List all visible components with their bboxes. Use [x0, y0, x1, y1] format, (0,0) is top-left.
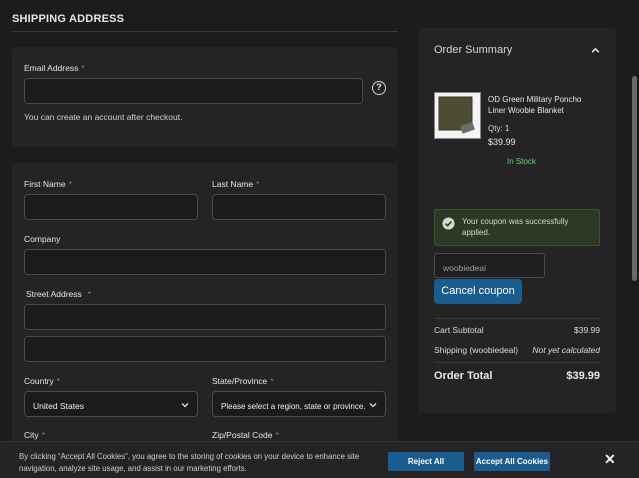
shipping-label: Shipping (woobiedeal)	[434, 345, 519, 355]
blanket-image	[438, 96, 475, 134]
street-label: Street Address *	[26, 289, 92, 299]
chevron-up-icon[interactable]	[591, 46, 600, 55]
order-total-label: Order Total	[434, 370, 493, 382]
zip-label: Zip/Postal Code *	[212, 430, 279, 440]
accept-all-cookies-button[interactable]: Accept All Cookies	[474, 452, 550, 471]
street-line-2-field[interactable]	[24, 336, 386, 362]
reject-all-button[interactable]: Reject All	[388, 452, 464, 471]
email-panel: Email Address * ? You can create an accou…	[12, 47, 398, 147]
country-select[interactable]: United States	[24, 391, 198, 417]
company-field[interactable]	[24, 249, 386, 275]
state-label: State/Province *	[212, 376, 274, 386]
cookie-text: By clicking “Accept All Cookies”, you ag…	[19, 452, 360, 473]
cookie-banner: By clicking “Accept All Cookies”, you ag…	[0, 441, 639, 478]
street-line-1-field[interactable]	[24, 304, 386, 330]
summary-divider	[434, 318, 600, 319]
scrollbar-thumb[interactable]	[632, 76, 637, 281]
coupon-success-text: Your coupon was successfully applied.	[462, 217, 569, 237]
chevron-down-icon	[181, 403, 189, 408]
email-hint: You can create an account after checkout…	[24, 112, 183, 122]
state-value: Please select a region, state or provinc…	[221, 402, 366, 411]
last-name-field[interactable]	[212, 194, 386, 220]
coupon-code-field[interactable]: woobiedeal	[434, 253, 545, 278]
city-label: City *	[24, 430, 45, 440]
order-summary-panel: Order Summary OD Green Military Poncho L…	[418, 28, 616, 413]
order-summary-title[interactable]: Order Summary	[434, 44, 512, 56]
close-icon[interactable]: ✕	[604, 451, 616, 468]
state-select[interactable]: Please select a region, state or provinc…	[212, 391, 386, 417]
cart-subtotal-label: Cart Subtotal	[434, 325, 484, 335]
product-price: $39.99	[488, 137, 516, 147]
first-name-field[interactable]	[24, 194, 198, 220]
title-divider	[12, 31, 398, 32]
order-total-value: $39.99	[566, 370, 600, 382]
first-name-label: First Name *	[24, 179, 72, 189]
stock-status: In Stock	[507, 157, 536, 166]
coupon-success-message: Your coupon was successfully applied.	[434, 209, 600, 246]
email-field[interactable]	[24, 78, 363, 104]
email-label: Email Address *	[24, 63, 85, 73]
product-name[interactable]: OD Green Military Poncho Liner Woobie Bl…	[488, 94, 598, 116]
required-mark: *	[81, 63, 85, 73]
chevron-down-icon	[369, 403, 377, 408]
product-thumbnail[interactable]	[434, 92, 481, 139]
shipping-value: Not yet calculated	[532, 345, 600, 355]
product-qty: Qty: 1	[488, 124, 510, 133]
total-divider	[434, 362, 600, 363]
cancel-coupon-button[interactable]: Cancel coupon	[434, 279, 522, 304]
check-circle-icon	[442, 217, 455, 230]
shipping-title: SHIPPING ADDRESS	[12, 13, 125, 25]
last-name-label: Last Name *	[212, 179, 260, 189]
address-panel: First Name * Last Name * Company Street Ad…	[12, 163, 398, 453]
help-circle-icon[interactable]: ?	[372, 81, 386, 95]
country-label: Country *	[24, 376, 61, 386]
company-label: Company	[24, 234, 61, 244]
cart-subtotal-value: $39.99	[574, 325, 600, 335]
country-value: United States	[33, 401, 85, 411]
